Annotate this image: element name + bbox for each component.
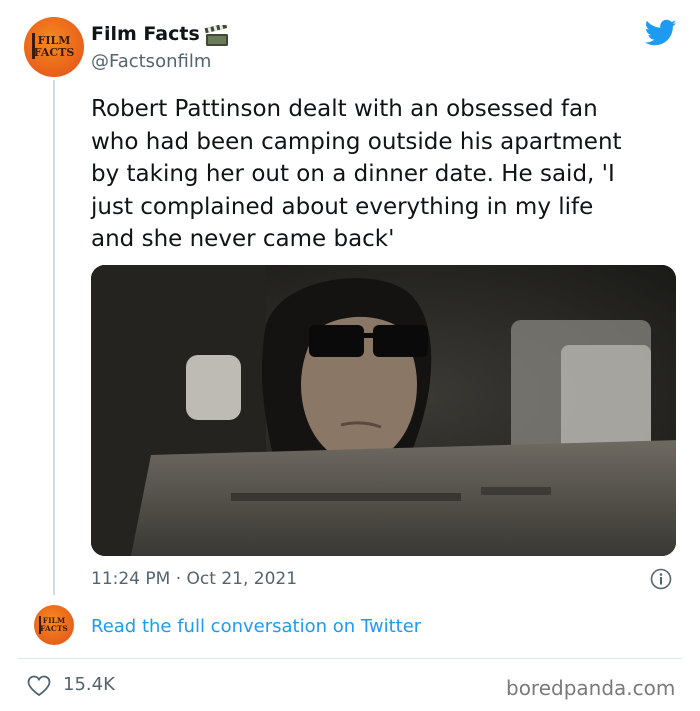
tweet-timestamp[interactable]: 11:24 PM · Oct 21, 2021: [91, 569, 297, 589]
heart-icon[interactable]: [27, 675, 51, 697]
tweet-media-image[interactable]: [91, 265, 676, 556]
thread-line: [53, 80, 55, 595]
read-conversation-link[interactable]: Read the full conversation on Twitter: [91, 616, 421, 637]
avatar-logo-line2: FACTS: [40, 624, 68, 633]
author-handle[interactable]: @Factsonfilm: [91, 51, 211, 72]
info-icon[interactable]: [650, 568, 672, 590]
clapper-board-icon: [204, 25, 228, 46]
divider: [18, 658, 682, 659]
avatar-logo-line1: FILM: [37, 34, 71, 47]
twitter-bird-icon[interactable]: [645, 19, 677, 47]
author-avatar[interactable]: FILM FACTS: [24, 17, 84, 77]
avatar-logo-line2: FACTS: [33, 46, 75, 59]
watermark: boredpanda.com: [506, 676, 676, 700]
media-photo: [91, 265, 676, 556]
tweet-text: Robert Pattinson dealt with an obsessed …: [91, 96, 622, 252]
author-name[interactable]: Film Facts: [91, 23, 200, 45]
reply-avatar[interactable]: FILM FACTS: [34, 605, 74, 645]
like-count: 15.4K: [63, 674, 115, 695]
